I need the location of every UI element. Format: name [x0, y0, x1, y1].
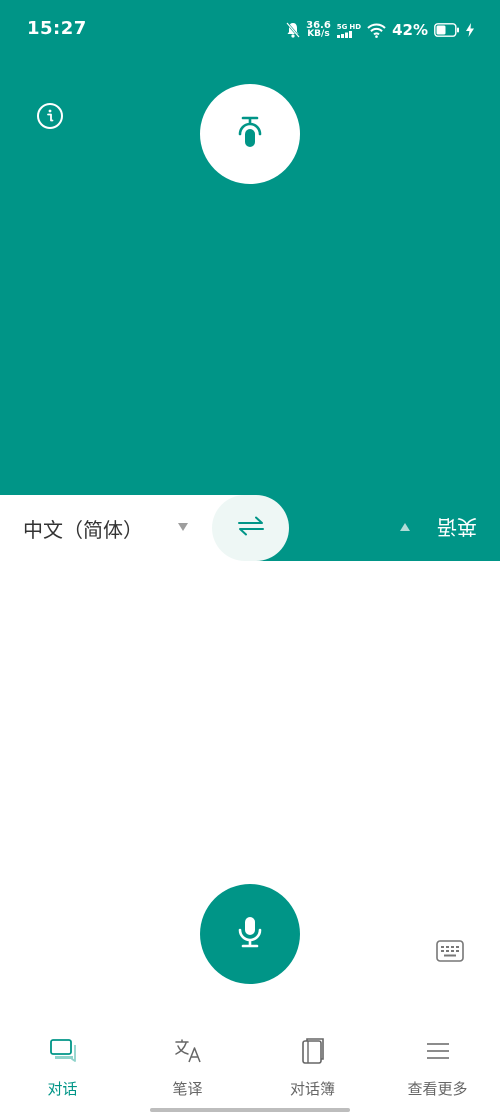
battery-percent: 42%	[392, 21, 428, 39]
main-mic-button[interactable]	[200, 884, 300, 984]
source-language-dropdown-arrow[interactable]	[178, 523, 188, 531]
nav-item-more[interactable]: 查看更多	[375, 1030, 500, 1102]
chat-bubbles-icon	[49, 1036, 77, 1066]
swap-languages-button[interactable]	[212, 495, 289, 561]
target-language-selector[interactable]: 英语	[437, 514, 477, 543]
network-speed-unit: KB/s	[307, 29, 330, 39]
status-time: 15:27	[27, 18, 87, 39]
app-root: 15:27 36.6 KB/s 5G HD 42% 中文（简体） 英语 对话 笔…	[0, 0, 500, 1115]
nav-label: 笔译	[172, 1080, 203, 1098]
microphone-icon	[237, 115, 263, 153]
target-language-dropdown-arrow[interactable]	[400, 523, 410, 531]
status-icons: 36.6 KB/s 5G HD 42%	[286, 17, 474, 43]
swap-arrows-icon	[235, 515, 267, 541]
nav-label: 对话簿	[289, 1080, 335, 1098]
charging-bolt-icon	[466, 23, 474, 37]
network-speed: 36.6 KB/s	[306, 21, 331, 39]
info-button[interactable]	[37, 103, 63, 129]
nav-label: 对话	[47, 1080, 78, 1098]
battery-icon	[434, 23, 460, 37]
network-hd-label: HD	[349, 22, 362, 31]
signal-bars-icon	[336, 30, 361, 38]
info-icon	[39, 105, 61, 127]
top-mic-button[interactable]	[200, 84, 300, 184]
microphone-icon	[237, 915, 263, 953]
menu-icon	[425, 1036, 451, 1066]
keyboard-button[interactable]	[436, 940, 464, 962]
nav-item-text-translate[interactable]: 笔译	[125, 1030, 250, 1102]
wifi-icon	[367, 23, 386, 38]
source-language-selector[interactable]: 中文（简体）	[23, 514, 143, 543]
bottom-navigation: 对话 笔译 对话簿 查看更多	[0, 1030, 500, 1102]
top-translation-panel: 15:27 36.6 KB/s 5G HD 42%	[0, 0, 500, 561]
status-bar: 15:27 36.6 KB/s 5G HD 42%	[0, 0, 500, 58]
nav-label: 查看更多	[407, 1080, 468, 1098]
nav-item-phrasebook[interactable]: 对话簿	[250, 1030, 375, 1102]
phrasebook-icon	[300, 1036, 326, 1066]
translate-icon	[174, 1036, 202, 1066]
keyboard-icon	[436, 940, 464, 966]
network-type: 5G HD	[336, 22, 362, 38]
home-indicator[interactable]	[150, 1108, 350, 1112]
network-type-label: 5G	[336, 22, 348, 31]
nav-item-conversation[interactable]: 对话	[0, 1030, 125, 1102]
mute-bell-icon	[286, 22, 301, 38]
